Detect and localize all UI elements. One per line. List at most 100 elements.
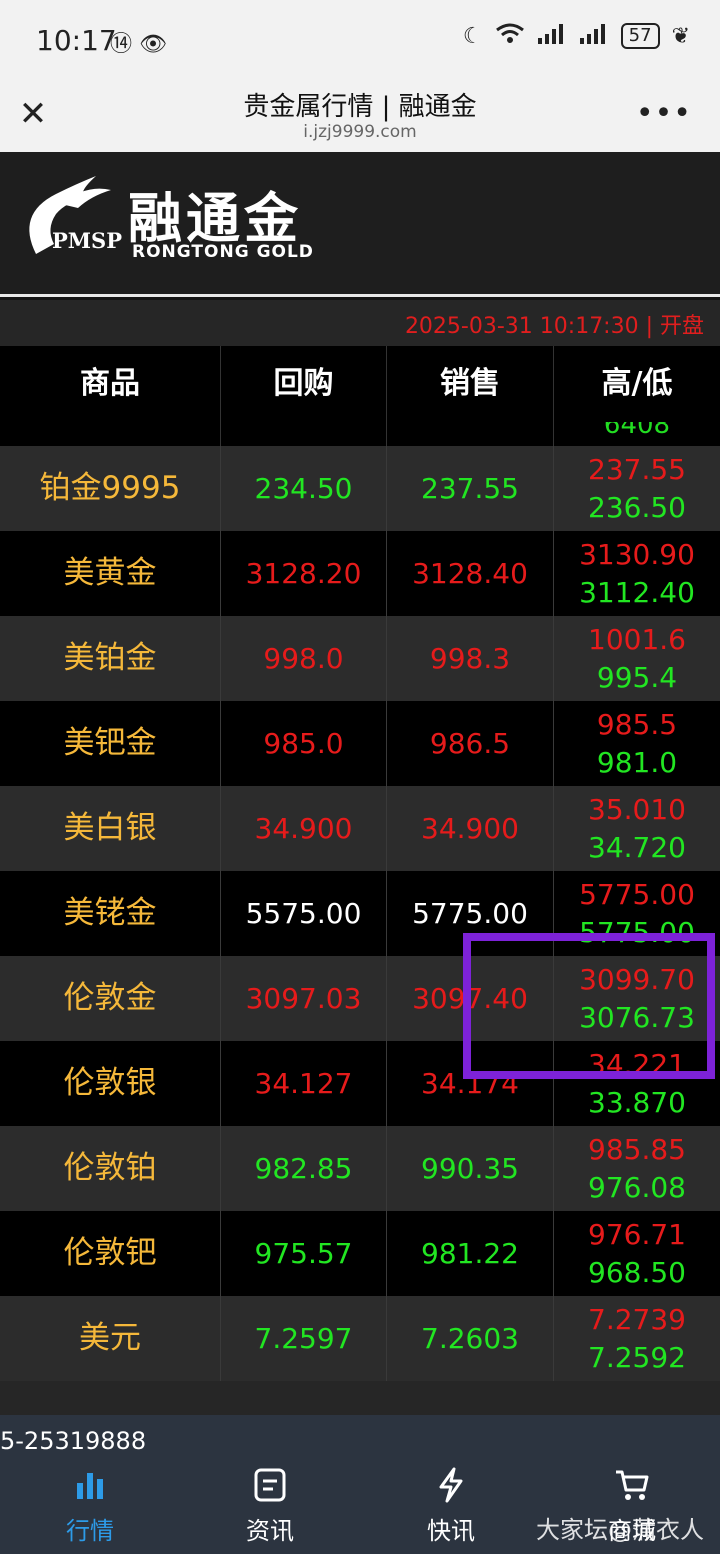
table-row[interactable]: 美元 7.2597 7.2603 7.2739 7.2592 (0, 1296, 720, 1381)
product-name: 伦敦金 (0, 956, 221, 1041)
product-name: 美铑金 (0, 871, 221, 956)
page-url: i.jzj9999.com (303, 122, 417, 142)
buy-price: 34.900 (221, 786, 387, 871)
product-name: 美白银 (0, 786, 221, 871)
tab-label: 资讯 (246, 1517, 294, 1545)
high-low: 35.010 34.720 (554, 786, 720, 871)
high-low: 976.71 968.50 (554, 1211, 720, 1296)
low-price: 34.720 (588, 830, 686, 864)
table-row[interactable]: 伦敦铂 982.85 990.35 985.85 976.08 (0, 1126, 720, 1211)
status-notification-icons: ⑭ 👁 (110, 32, 167, 57)
tab-label: 行情 (66, 1517, 114, 1545)
status-bar: 10:17 ⑭ 👁 ☾ 57 ❦ (0, 0, 720, 80)
partial-low-value: 6408 (603, 422, 671, 440)
product-name: 美钯金 (0, 701, 221, 786)
buy-price: 3097.03 (221, 956, 387, 1041)
sell-price: 981.22 (387, 1211, 554, 1296)
header-high-low: 高/低 (601, 366, 673, 401)
partial-row: 6408 (0, 422, 720, 446)
table-row[interactable]: 伦敦钯 975.57 981.22 976.71 968.50 (0, 1211, 720, 1296)
high-price: 7.2739 (588, 1302, 686, 1336)
sell-price: 986.5 (387, 701, 554, 786)
high-low: 1001.6 995.4 (554, 616, 720, 701)
logo-pmsp: PMSP (52, 228, 122, 253)
table-row[interactable]: 美黄金 3128.20 3128.40 3130.90 3112.40 (0, 531, 720, 616)
cart-icon (572, 1463, 692, 1507)
buy-price: 985.0 (221, 701, 387, 786)
product-name: 美铂金 (0, 616, 221, 701)
product-name: 伦敦钯 (0, 1211, 221, 1296)
buy-price: 5575.00 (221, 871, 387, 956)
battery-icon: 57 (620, 23, 660, 49)
high-price: 976.71 (588, 1217, 686, 1251)
buy-price: 234.50 (221, 446, 387, 531)
low-price: 995.4 (596, 660, 678, 694)
low-price: 968.50 (588, 1255, 686, 1289)
tab-news[interactable]: 资讯 (210, 1463, 330, 1546)
tab-quotes[interactable]: 行情 (30, 1463, 150, 1546)
high-low: 237.55 236.50 (554, 446, 720, 531)
table-row[interactable]: 美钯金 985.0 986.5 985.5 981.0 (0, 701, 720, 786)
lightning-icon (391, 1463, 511, 1507)
product-name: 铂金9995 (0, 446, 221, 531)
moon-icon: ☾ (462, 23, 483, 49)
low-price: 7.2592 (588, 1340, 686, 1374)
highlight-annotation-box (463, 933, 715, 1079)
high-low: 985.5 981.0 (554, 701, 720, 786)
product-name: 伦敦铂 (0, 1126, 221, 1211)
product-name: 美黄金 (0, 531, 221, 616)
phone-bar: 5-25319888 (0, 1415, 720, 1455)
buy-price: 34.127 (221, 1041, 387, 1126)
product-name: 美元 (0, 1296, 221, 1381)
table-row[interactable]: 铂金9995 234.50 237.55 237.55 236.50 (0, 446, 720, 531)
sell-price: 34.900 (387, 786, 554, 871)
sell-price: 3128.40 (387, 531, 554, 616)
logo-english-name: RONGTONG GOLD (132, 242, 314, 262)
high-price: 3130.90 (579, 537, 695, 571)
market-datetime: 2025-03-31 10:17:30 | 开盘 (404, 314, 704, 339)
sell-price: 237.55 (387, 446, 554, 531)
low-price: 236.50 (588, 490, 686, 524)
tab-flash[interactable]: 快讯 (391, 1463, 511, 1546)
wifi-icon (495, 22, 525, 50)
high-price: 985.85 (588, 1132, 686, 1166)
high-low: 985.85 976.08 (554, 1126, 720, 1211)
table-row[interactable]: 美白银 34.900 34.900 35.010 34.720 (0, 786, 720, 871)
page-title: 贵金属行情 | 融通金 (243, 92, 477, 122)
signal-icon (537, 22, 567, 50)
header-sell: 销售 (387, 346, 554, 422)
low-price: 33.870 (588, 1085, 686, 1119)
low-price: 3112.40 (579, 575, 695, 609)
sell-price: 998.3 (387, 616, 554, 701)
table-header: 商品 回购 销售 高/低 (0, 346, 720, 422)
high-price: 985.5 (596, 707, 678, 741)
status-time: 10:17 (36, 24, 117, 57)
sell-price: 990.35 (387, 1126, 554, 1211)
signal-icon-2 (579, 22, 609, 50)
status-right: ☾ 57 ❦ (463, 22, 690, 50)
header-buy: 回购 (221, 346, 387, 422)
footer-strip (0, 1381, 720, 1415)
phone-number[interactable]: 5-25319888 (0, 1427, 146, 1455)
buy-price: 7.2597 (221, 1296, 387, 1381)
high-price: 35.010 (588, 792, 686, 826)
document-icon (210, 1463, 330, 1507)
bar-chart-icon (30, 1463, 150, 1507)
high-price: 237.55 (588, 452, 686, 486)
low-price: 976.08 (588, 1170, 686, 1204)
site-header: PMSP 融通金 RONGTONG GOLD (0, 152, 720, 297)
high-price: 5775.00 (579, 877, 695, 911)
high-low: 3130.90 3112.40 (554, 531, 720, 616)
buy-price: 998.0 (221, 616, 387, 701)
high-low: 7.2739 7.2592 (554, 1296, 720, 1381)
sell-price: 7.2603 (387, 1296, 554, 1381)
price-table: 铂金9995 234.50 237.55 237.55 236.50 美黄金 3128.20… (0, 446, 720, 1381)
tab-label: 快讯 (427, 1517, 475, 1545)
watermark: 大家坛@蒲衣人 (536, 1516, 704, 1544)
more-menu-icon[interactable]: ••• (636, 96, 692, 131)
low-price: 981.0 (596, 745, 678, 779)
table-row[interactable]: 美铂金 998.0 998.3 1001.6 995.4 (0, 616, 720, 701)
leaf-icon: ❦ (671, 23, 690, 49)
header-product: 商品 (0, 346, 221, 422)
high-price: 1001.6 (588, 622, 686, 656)
